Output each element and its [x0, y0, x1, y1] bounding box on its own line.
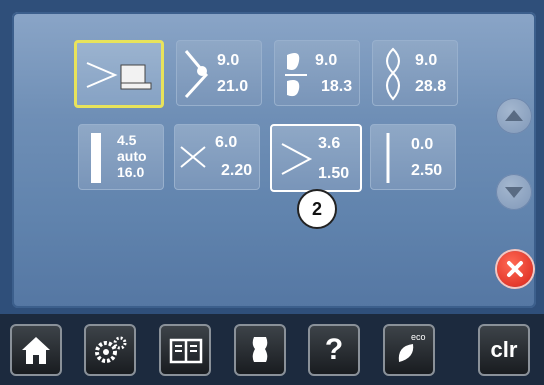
buttonhole-icon: [91, 133, 101, 183]
stitch-pattern-selector-icon: [86, 62, 152, 90]
tile-value-top: 9.0: [217, 52, 240, 69]
eco-button[interactable]: eco: [383, 324, 435, 376]
tile-value-top: 6.0: [215, 134, 238, 151]
tile-leaf[interactable]: 9.0 28.8: [372, 40, 458, 106]
scroll-down-button[interactable]: [496, 174, 532, 210]
satin-stitch-icon: [285, 53, 307, 97]
crossed-stitch-icon: [180, 146, 206, 168]
tile-value-top: 0.0: [411, 136, 434, 153]
book-icon: [169, 338, 203, 364]
stitch-shape-icon: [281, 143, 313, 175]
straight-stitch-icon: [386, 133, 390, 183]
tile-stitch-selector[interactable]: [74, 40, 164, 108]
tile-value-bottom: 21.0: [217, 78, 249, 95]
arrow-down-icon: [505, 187, 523, 198]
home-icon: [22, 337, 50, 364]
creative-consultant-button[interactable]: [234, 324, 286, 376]
setup-button[interactable]: [84, 324, 136, 376]
tutorial-button[interactable]: [159, 324, 211, 376]
callout-marker: 2: [297, 189, 337, 229]
tile-value-bottom: 18.3: [321, 78, 353, 95]
tile-value-bottom: 2.20: [221, 162, 253, 179]
tile-satin[interactable]: 9.0 18.3: [274, 40, 360, 106]
bottom-toolbar: ? eco clr: [0, 314, 544, 385]
close-icon: [507, 261, 523, 277]
tile-buttonhole[interactable]: 4.5 auto 16.0: [78, 124, 164, 190]
tile-value-bottom: 2.50: [411, 162, 443, 179]
leaf-stitch-icon: [386, 47, 400, 101]
tile-value-bottom: 28.8: [415, 78, 447, 95]
arrow-up-icon: [505, 110, 523, 121]
tile-value-mid: auto: [117, 148, 147, 164]
help-button[interactable]: ?: [308, 324, 360, 376]
tile-straight[interactable]: 0.0 2.50: [370, 124, 456, 190]
tile-value-top: 9.0: [415, 52, 438, 69]
tile-active[interactable]: 3.6 1.50: [270, 124, 362, 192]
close-button[interactable]: [497, 251, 533, 287]
clear-button[interactable]: clr: [478, 324, 530, 376]
help-icon: ?: [324, 333, 344, 366]
tile-value-top: 3.6: [318, 135, 341, 152]
scroll-up-button[interactable]: [496, 98, 532, 134]
home-button[interactable]: [10, 324, 62, 376]
tile-value-bottom: 16.0: [117, 164, 145, 180]
tile-value-top: 4.5: [117, 132, 137, 148]
dress-form-icon: [252, 337, 268, 362]
gear-icon: [95, 336, 127, 363]
tile-width-length[interactable]: 6.0 2.20: [174, 124, 260, 190]
tile-zigzag[interactable]: 9.0 21.0: [176, 40, 262, 106]
touch-screen: 9.0 21.0 9.0 18.3 9.0 28.8 4.5 auto 16.0: [12, 12, 536, 308]
tile-value-bottom: 1.50: [318, 165, 350, 182]
eco-label: eco: [411, 332, 426, 342]
zigzag-stitch-icon: [184, 50, 208, 99]
tile-value-top: 9.0: [315, 52, 338, 69]
